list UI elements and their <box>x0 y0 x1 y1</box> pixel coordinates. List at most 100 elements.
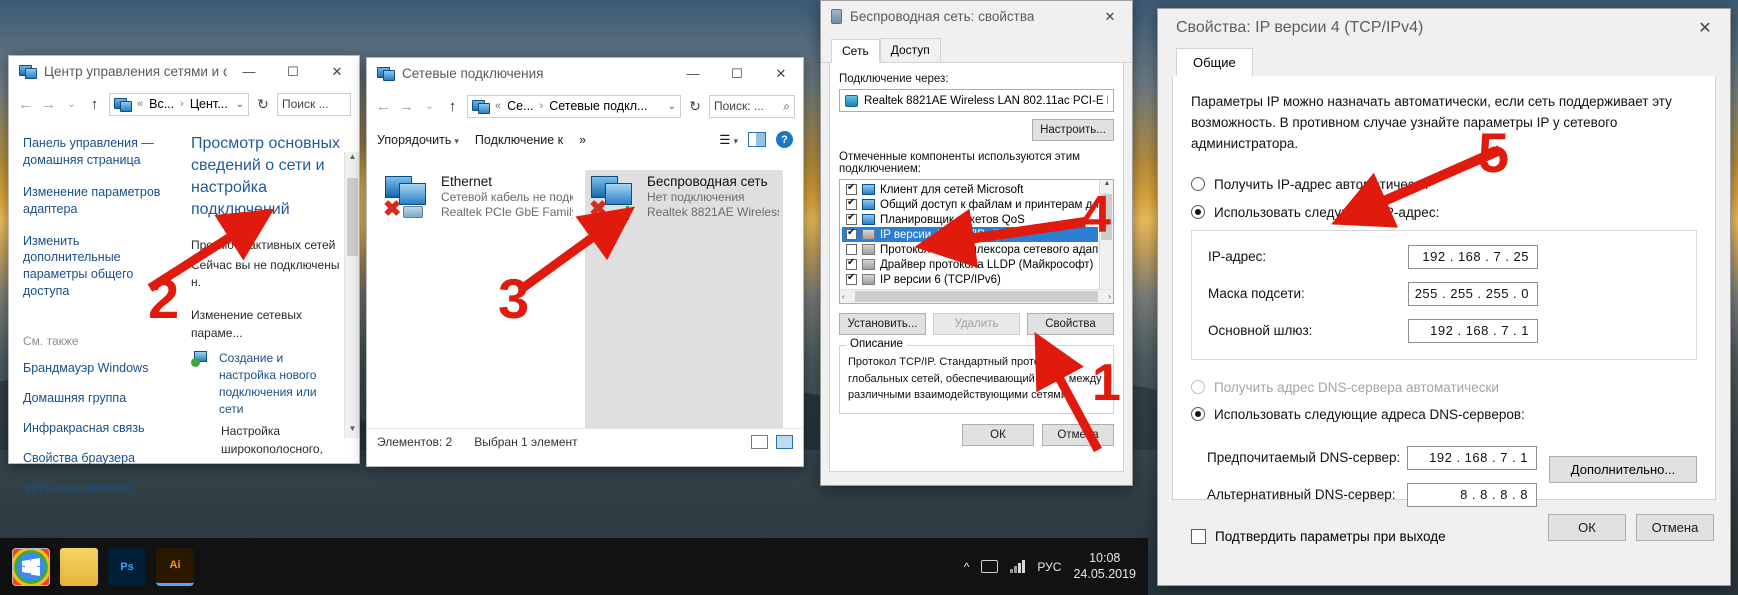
list-item[interactable]: IP версии 6 (TCP/IPv6) <box>842 272 1098 287</box>
help-icon[interactable]: ? <box>776 131 793 148</box>
dns-manual-radio[interactable]: Использовать следующие адреса DNS-сервер… <box>1191 407 1697 422</box>
tab-network[interactable]: Сеть <box>831 39 880 63</box>
list-item[interactable]: Клиент для сетей Microsoft <box>842 182 1098 197</box>
dns-auto-radio[interactable]: Получить адрес DNS-сервера автоматически <box>1191 380 1697 395</box>
components-listbox[interactable]: Клиент для сетей Microsoft Общий доступ … <box>839 179 1114 304</box>
search-input[interactable]: Поиск: ... ⌕ <box>709 94 795 118</box>
address-overflow-chevrons[interactable]: « <box>495 100 501 112</box>
cancel-button[interactable]: Отмена <box>1042 423 1114 446</box>
install-button[interactable]: Установить... <box>839 313 926 335</box>
refresh-icon[interactable]: ↻ <box>255 96 271 113</box>
details-view-icon[interactable] <box>751 434 768 449</box>
checkbox[interactable] <box>846 212 857 225</box>
list-horizontal-scrollbar[interactable]: ‹ › <box>840 289 1113 303</box>
list-item[interactable]: Драйвер протокола LLDP (Майкрософт) <box>842 257 1098 272</box>
file-explorer-icon[interactable] <box>60 547 98 586</box>
action-center-icon[interactable] <box>981 560 999 573</box>
advanced-button[interactable]: Дополнительно... <box>1549 456 1697 483</box>
windows-start-icon[interactable] <box>12 547 50 586</box>
checkbox[interactable] <box>846 182 857 195</box>
sidebar-item-internet-options[interactable]: Свойства браузера <box>23 450 177 467</box>
network-and-sharing-center-window[interactable]: Центр управления сетями и об... — ☐ ✕ ← … <box>8 55 360 495</box>
scrollbar-thumb[interactable] <box>347 178 358 256</box>
large-icons-view-icon[interactable] <box>776 434 793 449</box>
preferred-dns-input[interactable]: 192 . 168 . 7 . 1 <box>1407 445 1537 470</box>
refresh-icon[interactable]: ↻ <box>687 98 703 115</box>
preview-pane-icon[interactable] <box>748 132 766 147</box>
tab-sharing[interactable]: Доступ <box>879 38 941 62</box>
ip-auto-radio[interactable]: Получить IP-адрес автоматически <box>1191 177 1697 192</box>
checkbox[interactable] <box>846 272 857 285</box>
keyboard-layout-indicator[interactable]: РУС <box>1037 560 1061 574</box>
address-bar[interactable]: « Се... › Сетевые подкл... ⌄ <box>467 94 681 118</box>
up-arrow-icon[interactable]: ↑ <box>86 96 103 113</box>
vertical-scrollbar[interactable]: ▲ ▼ <box>344 152 359 438</box>
list-vertical-scrollbar[interactable]: ▲▼ <box>1099 180 1113 303</box>
network-tray-icon[interactable] <box>1010 560 1026 573</box>
checkbox[interactable] <box>1191 528 1206 544</box>
photoshop-icon[interactable]: Ps <box>108 547 146 586</box>
back-arrow-icon[interactable]: ← <box>375 98 392 115</box>
sidebar-item-vpn-connections[interactable]: VPN-подключения <box>23 480 177 497</box>
network-connections-window[interactable]: Сетевые подключения — ☐ ✕ ← → ⌄ ↑ « Се..… <box>366 57 804 467</box>
sidebar-item-change-adapter-settings[interactable]: Изменение параметров адаптера <box>23 184 177 218</box>
close-button[interactable]: ✕ <box>759 58 803 89</box>
checkbox[interactable] <box>846 227 857 240</box>
list-item[interactable]: Общий доступ к файлам и принтерам для се… <box>842 197 1098 212</box>
default-gateway-input[interactable]: 192 . 168 . 7 . 1 <box>1408 318 1538 343</box>
tab-general[interactable]: Общие <box>1176 48 1253 77</box>
minimize-button[interactable]: — <box>671 58 715 89</box>
tray-chevron-icon[interactable]: ^ <box>964 560 970 574</box>
checkbox[interactable] <box>846 257 857 270</box>
sidebar-item-advanced-sharing-settings[interactable]: Изменить дополнительные параметры общего… <box>23 233 177 301</box>
sidebar-item-infrared[interactable]: Инфракрасная связь <box>23 420 177 437</box>
maximize-button[interactable]: ☐ <box>271 56 315 87</box>
breadcrumb-segment-2[interactable]: Сетевые подкл... <box>549 99 647 113</box>
close-button[interactable]: ✕ <box>1680 9 1730 47</box>
subnet-mask-input[interactable]: 255 . 255 . 255 . 0 <box>1408 281 1538 306</box>
alternate-dns-input[interactable]: 8 . 8 . 8 . 8 <box>1407 482 1537 507</box>
ip-address-input[interactable]: 192 . 168 . 7 . 25 <box>1408 244 1538 269</box>
sidebar-item-homegroup[interactable]: Домашняя группа <box>23 390 177 407</box>
validate-on-exit-row[interactable]: Подтвердить параметры при выходе <box>1191 528 1697 544</box>
close-button[interactable]: ✕ <box>315 56 359 87</box>
view-layout-icon[interactable]: ☰ ▾ <box>719 132 738 147</box>
sidebar-item-control-panel-home[interactable]: Панель управления — домашняя страница <box>23 135 177 169</box>
configure-button[interactable]: Настроить... <box>1032 119 1114 141</box>
address-dropdown-icon[interactable]: ⌄ <box>236 99 244 110</box>
list-item[interactable]: ✖ Беспроводная сеть Нет подключения Real… <box>585 170 783 428</box>
checkbox[interactable] <box>846 197 857 210</box>
address-overflow-chevrons[interactable]: « <box>137 98 143 110</box>
clock[interactable]: 10:08 24.05.2019 <box>1073 551 1136 582</box>
back-arrow-icon[interactable]: ← <box>17 96 34 113</box>
forward-arrow-icon[interactable]: → <box>398 98 415 115</box>
sidebar-item-windows-firewall[interactable]: Брандмауэр Windows <box>23 360 177 377</box>
up-arrow-icon[interactable]: ↑ <box>444 98 461 115</box>
ok-button[interactable]: ОК <box>962 423 1034 446</box>
illustrator-icon[interactable]: Ai <box>156 547 194 586</box>
address-dropdown-icon[interactable]: ⌄ <box>668 101 676 112</box>
close-button[interactable]: ✕ <box>1088 1 1132 32</box>
properties-button[interactable]: Свойства <box>1027 313 1114 335</box>
breadcrumb-segment-1[interactable]: Се... <box>507 99 533 113</box>
search-input[interactable]: Поиск ... <box>277 92 351 116</box>
maximize-button[interactable]: ☐ <box>715 58 759 89</box>
minimize-button[interactable]: — <box>227 56 271 87</box>
list-item[interactable]: IP версии 4 (TCP/IPv4) <box>842 227 1098 242</box>
list-item[interactable]: ✖ Ethernet Сетевой кабель не подк... Rea… <box>379 170 577 428</box>
breadcrumb-segment-1[interactable]: Вс... <box>149 97 174 111</box>
organize-button[interactable]: Упорядочить ▾ <box>377 133 459 147</box>
wireless-network-properties-dialog[interactable]: Беспроводная сеть: свойства ✕ Сеть Досту… <box>820 0 1133 486</box>
breadcrumb-segment-2[interactable]: Цент... <box>190 97 228 111</box>
checkbox[interactable] <box>846 244 857 255</box>
create-new-connection-link[interactable]: Создание и настройка нового подключения … <box>219 350 339 417</box>
list-item[interactable]: Протокол мультиплексора сетевого адаптер… <box>842 242 1098 257</box>
taskbar[interactable]: Ps Ai ^ РУС 10:08 24.05.2019 <box>0 538 1148 595</box>
ipv4-properties-dialog[interactable]: Свойства: IP версии 4 (TCP/IPv4) ✕ Общие… <box>1157 8 1731 586</box>
list-item[interactable]: Планировщик пакетов QoS <box>842 212 1098 227</box>
recent-locations-icon[interactable]: ⌄ <box>63 99 80 110</box>
forward-arrow-icon[interactable]: → <box>40 96 57 113</box>
connect-to-button[interactable]: Подключение к <box>475 133 563 147</box>
address-bar[interactable]: « Вс... › Цент... ⌄ <box>109 92 249 116</box>
more-commands-button[interactable]: » <box>579 133 586 147</box>
